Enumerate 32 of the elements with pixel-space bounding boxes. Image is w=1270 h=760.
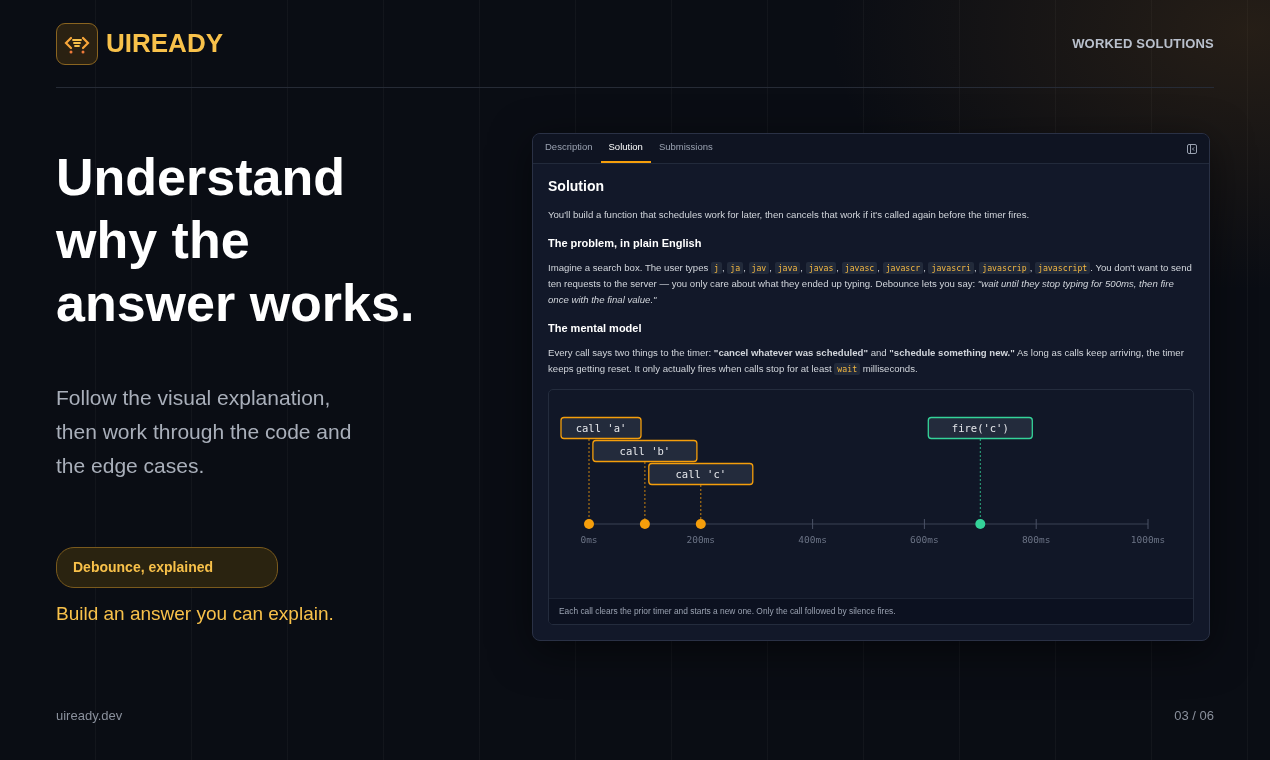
tick-label: 0ms: [580, 534, 598, 546]
tick-label: 400ms: [798, 534, 827, 546]
page-counter: 03 / 06: [1174, 707, 1214, 725]
panel-tab[interactable]: Description: [537, 134, 601, 163]
tagline: Build an answer you can explain.: [56, 602, 335, 626]
section-heading: The problem, in plain English: [548, 236, 703, 250]
topic-pill: Debounce, explained: [56, 547, 278, 588]
collapse-panel-icon[interactable]: [1187, 143, 1197, 154]
event-label: call 'b': [592, 440, 698, 463]
chart-caption: Each call clears the prior timer and starts a new one. Only the call followed by silence fires.: [549, 598, 1193, 624]
event-label: fire('c'): [927, 417, 1033, 440]
paragraph: Every call says two things to the timer: "cancel whatever was scheduled" and "schedule something new." As long as calls keep arriving, the timer keeps getting reset. It only actually fires when calls stop for at least wait milliseconds.: [548, 346, 1185, 378]
tick-label: 800ms: [1021, 534, 1051, 546]
tick-label: 600ms: [910, 534, 939, 546]
event-label: call 'c': [648, 463, 754, 486]
tick-label: 200ms: [686, 534, 716, 546]
hero-title: Understand why the answer works.: [56, 147, 416, 334]
nav-link[interactable]: WORKED SOLUTIONS: [1072, 33, 1214, 54]
paragraph: Imagine a search box. The user types j , ja , jav , java , javas , javasc , javascr , javascri , javascrip , javascript . You don't want to send ten requests to the server — you only care about what they ended up typing. Debounce lets you say: "wait until they stop typing for 500ms, then fire once with the final value.": [548, 260, 1193, 307]
tick-label: 1000ms: [1130, 534, 1166, 546]
panel-heading: Solution: [548, 178, 605, 195]
section-heading: The mental model: [548, 322, 643, 336]
panel-tab[interactable]: Solution: [600, 134, 651, 163]
logo-icon: [56, 22, 98, 65]
paragraph: You'll build a function that schedules work for later, then cancels that work if it's called again before the timer fires.: [548, 207, 1031, 222]
site-url: uiready.dev: [56, 707, 123, 725]
event-dot: [584, 519, 594, 530]
event-dot: [975, 519, 986, 530]
hero-subtitle: Follow the visual explanation, then work through the code and the edge cases.: [56, 385, 353, 479]
brand-name: UIREADY: [106, 27, 223, 60]
panel-tab[interactable]: Submissions: [650, 134, 721, 163]
event-label: call 'a': [560, 417, 642, 440]
